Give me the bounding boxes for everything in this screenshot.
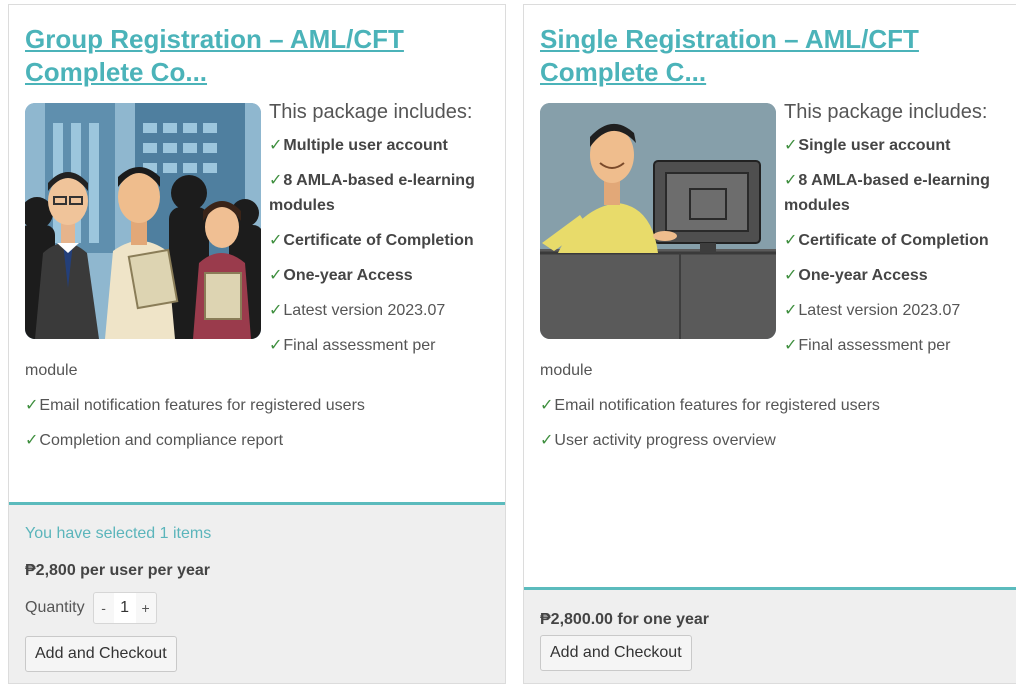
product-title-link[interactable]: Single Registration – AML/CFT Complete C…: [540, 23, 1000, 89]
check-icon: ✓: [784, 172, 798, 189]
quantity-label: Quantity: [25, 599, 85, 616]
check-icon: ✓: [784, 302, 798, 319]
increment-button[interactable]: +: [136, 600, 156, 616]
check-icon: ✓: [269, 137, 283, 154]
product-card-group: Group Registration – AML/CFT Complete Co…: [8, 4, 506, 684]
add-and-checkout-button[interactable]: Add and Checkout: [540, 635, 692, 671]
check-icon: ✓: [784, 137, 798, 154]
add-and-checkout-button[interactable]: Add and Checkout: [25, 636, 177, 672]
check-icon: ✓: [269, 172, 283, 189]
selection-status: You have selected 1 items: [25, 525, 212, 542]
feature-item: ✓Completion and compliance report: [25, 432, 284, 449]
quantity-row: Quantity - 1 +: [25, 591, 157, 625]
package-features: This package includes: ✓Single user acco…: [540, 99, 1000, 463]
card-footer: You have selected 1 items ₱2,800 per use…: [9, 502, 505, 683]
quantity-stepper[interactable]: - 1 +: [92, 592, 157, 624]
check-icon: ✓: [25, 432, 39, 449]
check-icon: ✓: [25, 397, 39, 414]
price-label: ₱2,800.00 for one year: [540, 611, 709, 628]
package-features: This package includes: ✓Multiple user ac…: [25, 99, 485, 463]
feature-item: ✓Email notification features for registe…: [25, 397, 365, 414]
price-label: ₱2,800 per user per year: [25, 562, 211, 579]
check-icon: ✓: [269, 232, 283, 249]
check-icon: ✓: [269, 302, 283, 319]
check-icon: ✓: [784, 232, 798, 249]
feature-item: ✓Email notification features for registe…: [540, 397, 880, 414]
feature-item: ✓User activity progress overview: [540, 432, 776, 449]
quantity-input[interactable]: 1: [113, 593, 136, 623]
check-icon: ✓: [540, 397, 554, 414]
product-title-link[interactable]: Group Registration – AML/CFT Complete Co…: [25, 23, 485, 89]
card-footer: ₱2,800.00 for one year Add and Checkout: [524, 587, 1016, 683]
decrement-button[interactable]: -: [94, 600, 114, 616]
product-card-single: Single Registration – AML/CFT Complete C…: [523, 4, 1016, 684]
check-icon: ✓: [269, 337, 283, 354]
check-icon: ✓: [269, 267, 283, 284]
check-icon: ✓: [784, 267, 798, 284]
check-icon: ✓: [784, 337, 798, 354]
check-icon: ✓: [540, 432, 554, 449]
